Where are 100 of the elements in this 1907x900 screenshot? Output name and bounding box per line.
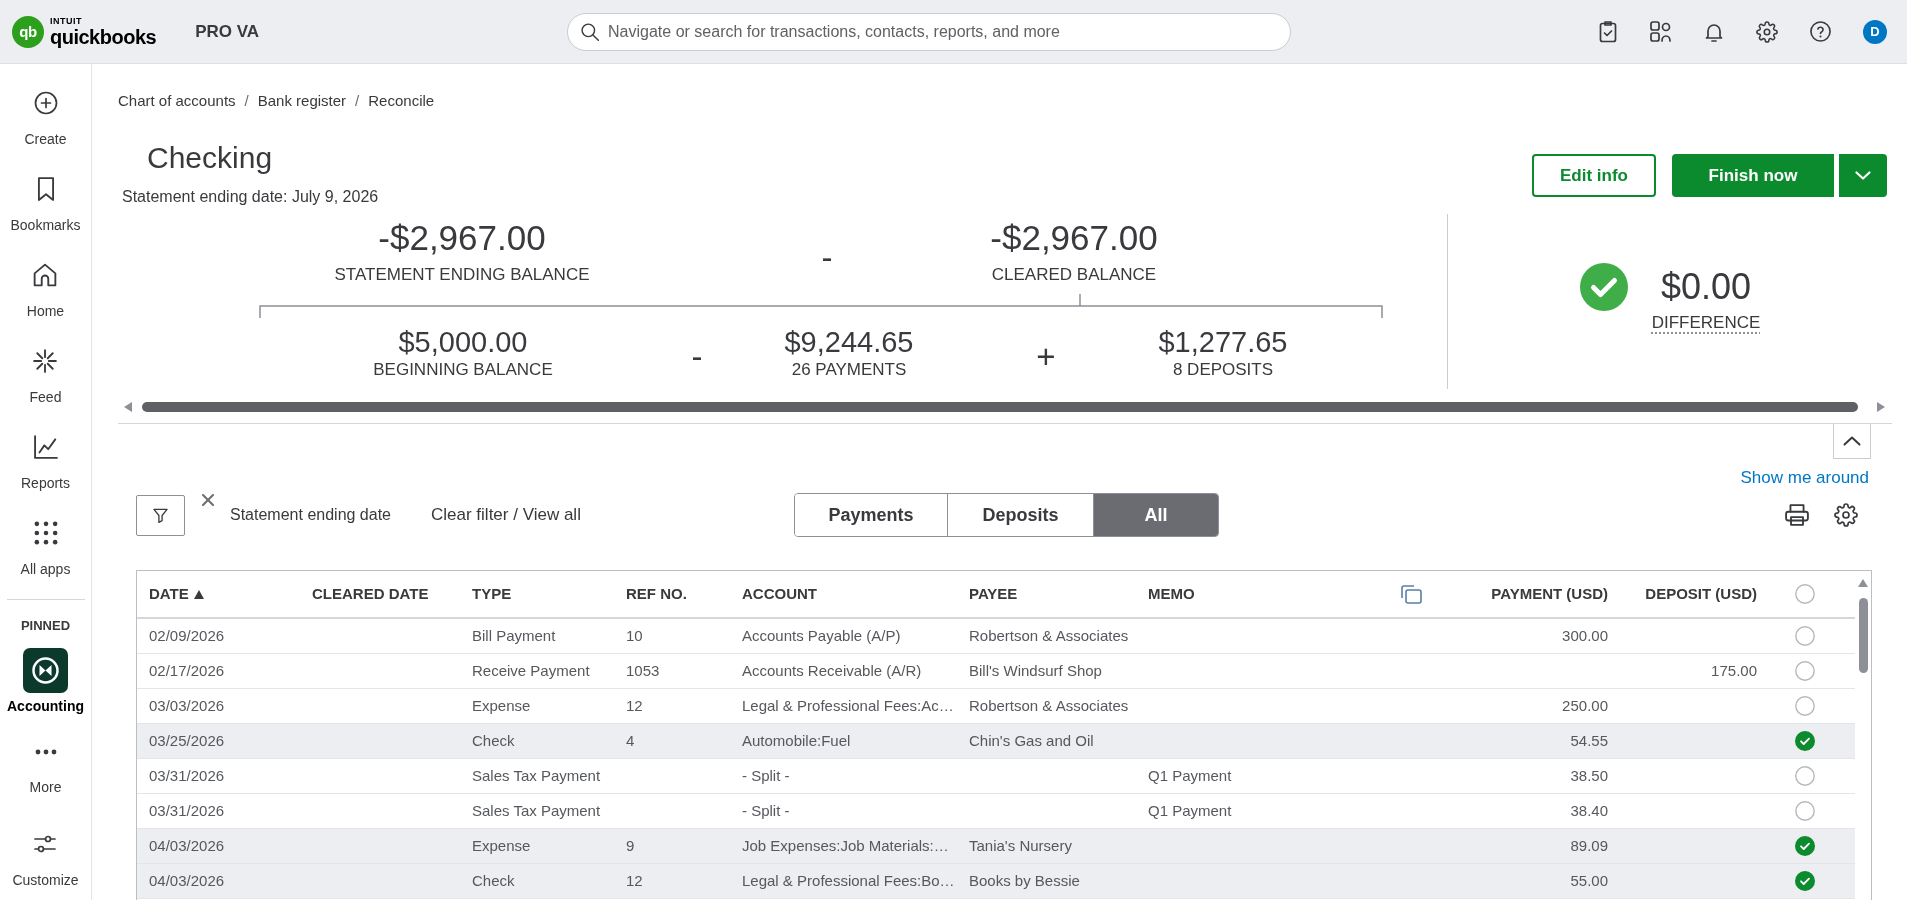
table-cell-text: Bill's Windsurf Shop bbox=[969, 660, 1102, 681]
summary-amount: -$2,967.00 bbox=[378, 218, 546, 258]
print-icon[interactable] bbox=[1785, 504, 1809, 526]
operator-sign: - bbox=[690, 337, 704, 377]
logo-mark: qb bbox=[12, 15, 44, 48]
checkbox[interactable] bbox=[1795, 731, 1815, 751]
table-cell-text: 02/17/2026 bbox=[149, 660, 225, 681]
column-header[interactable]: PAYMENT (USD) bbox=[1491, 582, 1608, 606]
scrollbar-thumb[interactable] bbox=[142, 402, 1858, 412]
show-me-around-link[interactable]: Show me around bbox=[1740, 468, 1869, 488]
column-header[interactable]: ACCOUNT bbox=[742, 582, 817, 606]
clipboard-check-icon[interactable] bbox=[1598, 20, 1618, 43]
sidebar-item[interactable]: Bookmarks bbox=[10, 177, 81, 235]
table-cell-text: Sales Tax Payment bbox=[472, 765, 601, 786]
operator-sign: - bbox=[820, 238, 834, 278]
sidebar-item[interactable]: Feed bbox=[29, 349, 62, 407]
search-icon bbox=[580, 21, 601, 42]
table-cell-text: 03/31/2026 bbox=[149, 765, 225, 786]
squares-person-icon[interactable] bbox=[1650, 20, 1672, 43]
table-cell-text: 12 bbox=[626, 870, 643, 891]
settings-icon[interactable] bbox=[1756, 20, 1778, 43]
table-row[interactable]: 04/03/2026 Check 12 Legal & Professional Fees:Bo… Books by Bessie 55.00 bbox=[137, 864, 1855, 899]
dropdown-button[interactable] bbox=[1839, 154, 1887, 197]
summary-amount: -$2,967.00 bbox=[990, 218, 1158, 258]
checkbox[interactable] bbox=[1795, 696, 1815, 716]
sidebar-item[interactable]: Create bbox=[24, 91, 67, 149]
logo-wordmark: quickbooks bbox=[50, 26, 157, 47]
edit-info-button[interactable]: Edit info bbox=[1532, 154, 1656, 197]
plus-circle-icon bbox=[33, 91, 58, 115]
table-cell-text: Robertson & Associates bbox=[969, 695, 1129, 716]
column-header[interactable]: DEPOSIT (USD) bbox=[1645, 582, 1757, 606]
table-cell-text: Expense bbox=[472, 835, 531, 856]
table-cell-text: 03/03/2026 bbox=[149, 695, 225, 716]
search-field[interactable]: Navigate or search for transactions, contacts, reports, and more bbox=[567, 12, 1292, 51]
sliders-icon bbox=[33, 835, 58, 853]
sidebar-item[interactable]: Customize bbox=[12, 835, 79, 890]
table-cell-text: Check bbox=[472, 730, 515, 751]
finish-now-button[interactable]: Finish now bbox=[1672, 154, 1834, 197]
scroll-right-icon[interactable] bbox=[1877, 402, 1885, 412]
column-header[interactable]: CLEARED DATE bbox=[312, 582, 429, 606]
table-cell-text: Legal & Professional Fees:Ac… bbox=[742, 695, 954, 716]
scroll-up-icon[interactable] bbox=[1858, 579, 1868, 587]
more-icon bbox=[34, 749, 57, 755]
checkbox[interactable] bbox=[1795, 661, 1815, 681]
segment-tab[interactable]: All bbox=[1093, 494, 1218, 536]
close-icon[interactable] bbox=[202, 494, 214, 506]
settings-icon[interactable] bbox=[1834, 503, 1858, 527]
avatar[interactable]: D bbox=[1863, 19, 1887, 44]
sidebar-item[interactable]: All apps bbox=[20, 521, 71, 579]
collapse-button[interactable] bbox=[1833, 424, 1871, 459]
table-row[interactable]: 04/03/2026 Expense 9 Job Expenses:Job Materials:… Tania's Nursery 89.09 bbox=[137, 829, 1855, 864]
table-cell-text: Q1 Payment bbox=[1148, 765, 1232, 786]
filter-button[interactable] bbox=[136, 494, 185, 536]
table-cell-text: 9 bbox=[626, 835, 635, 856]
stacked-squares-icon[interactable] bbox=[1400, 584, 1422, 604]
breadcrumb-separator: / bbox=[355, 90, 360, 111]
table-cell-text: Receive Payment bbox=[472, 660, 590, 681]
table-cell-text: 10 bbox=[626, 625, 643, 646]
summary-label: 26 PAYMENTS bbox=[791, 360, 907, 380]
table-cell-text: 1053 bbox=[626, 660, 660, 681]
clear-filter-link[interactable]: Clear filter / View all bbox=[431, 502, 581, 528]
summary-amount: $9,244.65 bbox=[784, 325, 914, 359]
scrollbar-thumb[interactable] bbox=[1858, 598, 1868, 673]
checkbox[interactable] bbox=[1795, 626, 1815, 646]
funnel-icon bbox=[153, 507, 168, 523]
table-cell-text: Legal & Professional Fees:Bo… bbox=[742, 870, 955, 891]
column-header[interactable]: MEMO bbox=[1148, 582, 1195, 606]
table-cell-text: Job Expenses:Job Materials:… bbox=[742, 835, 949, 856]
column-header[interactable]: TYPE bbox=[472, 582, 512, 606]
burst-icon bbox=[33, 349, 58, 373]
summary-label: BEGINNING BALANCE bbox=[373, 360, 553, 380]
table-row[interactable]: 03/25/2026 Check 4 Automobile:Fuel Chin's Gas and Oil 54.55 bbox=[137, 724, 1855, 759]
table-cell-text: 04/03/2026 bbox=[149, 870, 225, 891]
table-cell-text: 03/25/2026 bbox=[149, 730, 225, 751]
column-header[interactable]: DATE bbox=[149, 582, 204, 606]
summary-amount: $5,000.00 bbox=[398, 325, 528, 359]
table-cell-text: Check bbox=[472, 870, 515, 891]
breadcrumb-link[interactable]: Chart of accounts bbox=[118, 89, 236, 113]
sidebar-item[interactable]: Reports bbox=[21, 435, 70, 493]
sidebar-item[interactable]: Home bbox=[26, 263, 65, 321]
checkbox[interactable] bbox=[1795, 766, 1815, 786]
select-all-checkbox[interactable] bbox=[1795, 584, 1815, 604]
checkbox[interactable] bbox=[1795, 871, 1815, 891]
statement-date: Statement ending date: July 9, 2026 bbox=[122, 187, 379, 207]
checkbox[interactable] bbox=[1795, 801, 1815, 821]
column-header[interactable]: REF NO. bbox=[626, 582, 687, 606]
table-cell-text: 38.50 bbox=[1570, 765, 1608, 786]
help-icon[interactable] bbox=[1810, 21, 1831, 42]
sidebar-item[interactable]: Accounting bbox=[7, 648, 84, 716]
breadcrumb-link[interactable]: Bank register bbox=[257, 89, 347, 113]
bowtie-tile-icon bbox=[23, 648, 68, 693]
checkbox[interactable] bbox=[1795, 836, 1815, 856]
scroll-left-icon[interactable] bbox=[124, 402, 132, 412]
dot-grid-icon bbox=[33, 521, 58, 545]
table-cell-text: 03/31/2026 bbox=[149, 800, 225, 821]
sidebar-item[interactable]: More bbox=[29, 749, 62, 797]
table-cell-text: Q1 Payment bbox=[1148, 800, 1232, 821]
table-cell-text: - Split - bbox=[742, 800, 790, 821]
column-header[interactable]: PAYEE bbox=[969, 582, 1018, 606]
summary-label: STATEMENT ENDING BALANCE bbox=[334, 265, 590, 285]
